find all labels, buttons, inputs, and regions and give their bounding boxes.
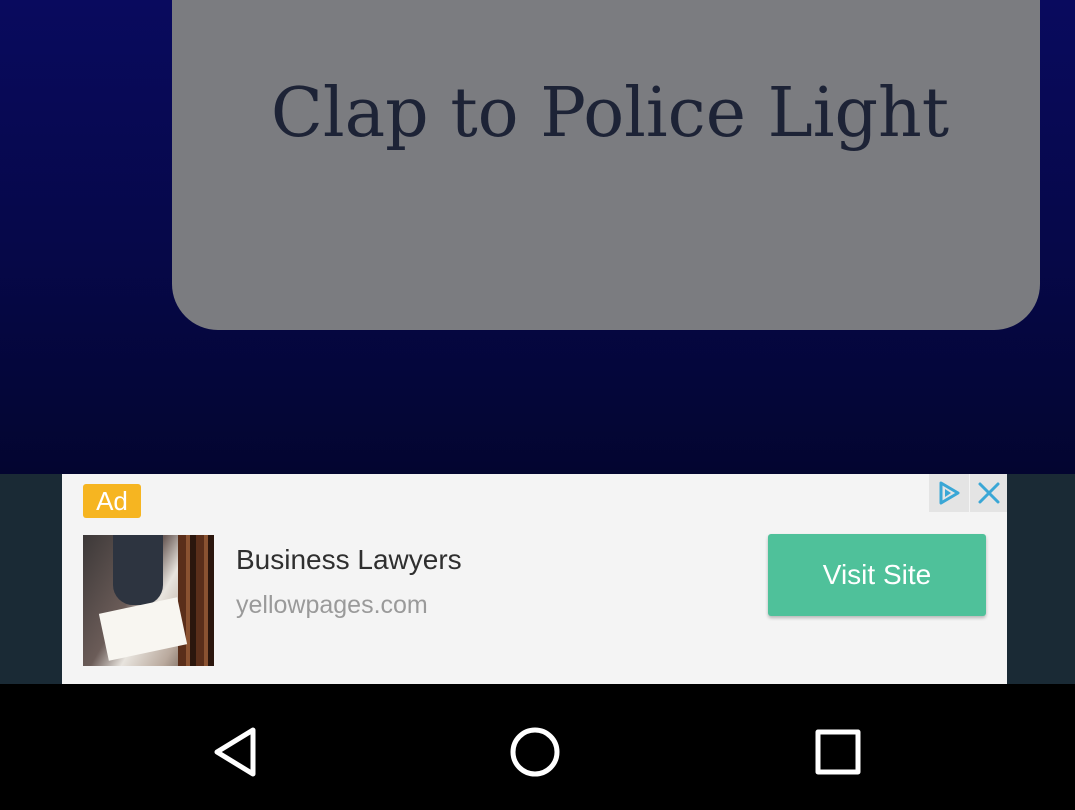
recents-square-icon[interactable] bbox=[808, 722, 868, 782]
app-content: Clap to Police Light bbox=[0, 0, 1075, 474]
adchoices-icon[interactable] bbox=[929, 474, 969, 512]
ad-image-person bbox=[113, 535, 163, 605]
ad-image-paper bbox=[98, 597, 188, 661]
navigation-bar bbox=[0, 684, 1075, 810]
visit-site-button[interactable]: Visit Site bbox=[768, 534, 986, 616]
ad-badge: Ad bbox=[83, 484, 141, 518]
ad-image[interactable] bbox=[83, 535, 214, 666]
close-icon[interactable] bbox=[970, 474, 1007, 512]
ad-image-books bbox=[178, 535, 214, 666]
app-title: Clap to Police Light bbox=[270, 74, 950, 153]
ad-banner[interactable]: Ad Business Lawyers yellowpages.com Visi… bbox=[62, 474, 1007, 684]
ad-headline[interactable]: Business Lawyers bbox=[236, 544, 462, 576]
back-triangle-icon[interactable] bbox=[204, 722, 264, 782]
home-circle-icon[interactable] bbox=[505, 722, 565, 782]
title-card[interactable]: Clap to Police Light bbox=[172, 0, 1040, 330]
ad-url[interactable]: yellowpages.com bbox=[236, 591, 428, 620]
